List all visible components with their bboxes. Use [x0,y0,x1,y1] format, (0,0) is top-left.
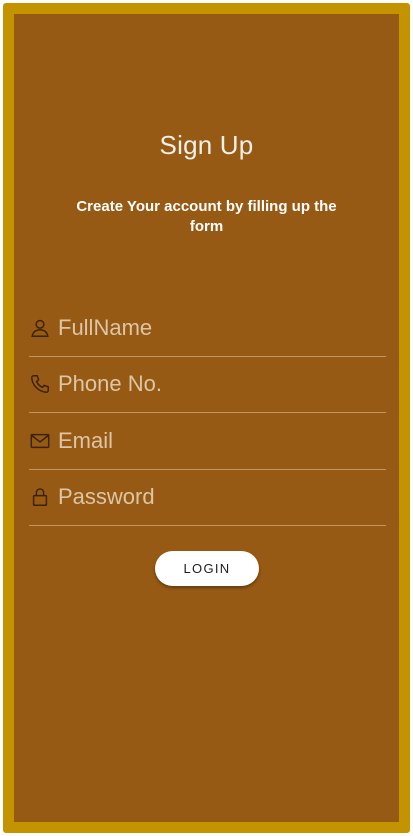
signup-card: Sign Up Create Your account by filling u… [3,3,410,833]
email-field [29,414,386,470]
phone-input[interactable] [58,367,378,401]
user-icon [29,317,51,339]
phone-icon [29,373,51,395]
email-input[interactable] [58,424,378,458]
phone-field [29,357,386,413]
page-subtitle: Create Your account by filling up the fo… [76,198,337,235]
lock-icon [29,486,51,508]
password-input[interactable] [58,480,378,514]
mail-icon [29,430,51,452]
login-button[interactable]: LOGIN [155,551,259,586]
fullname-input[interactable] [58,311,378,345]
page-title: Sign Up [159,130,254,160]
password-field [29,470,386,526]
fullname-field [29,301,386,357]
